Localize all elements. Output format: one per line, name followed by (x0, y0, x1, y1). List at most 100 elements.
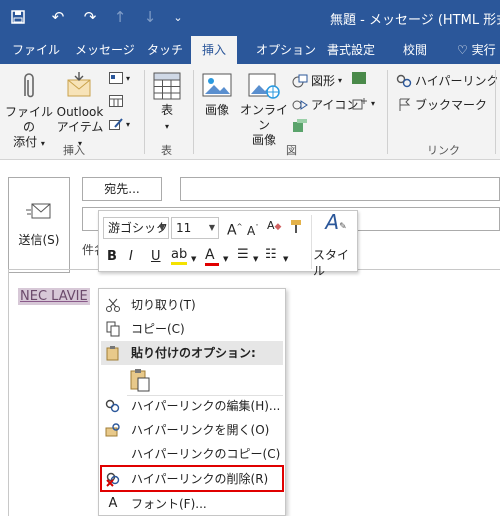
format-painter-icon[interactable] (289, 218, 305, 239)
paste-options-label: 貼り付けのオプション: (131, 346, 256, 360)
attach-file-button[interactable]: ファイルの 添付 ▾ (4, 70, 54, 151)
tab-execute[interactable]: ♡ 実行 (457, 36, 496, 64)
underline-button[interactable]: U (151, 249, 161, 265)
hyperlink-button[interactable]: ハイパーリンク (396, 72, 499, 89)
clear-format-icon[interactable]: A◆ (267, 218, 281, 235)
redo-icon[interactable]: ↷ (80, 6, 100, 28)
table-button[interactable]: 表 ▾ (150, 72, 184, 134)
menu-item-copy-hyperlink[interactable]: ハイパーリンクのコピー(C) (99, 442, 285, 466)
menu-item-open-hyperlink[interactable]: ハイパーリンクを開く(O) (99, 418, 285, 442)
bold-button[interactable]: B (107, 249, 117, 265)
customize-icon[interactable]: ⌄ (168, 6, 188, 28)
up-arrow-icon[interactable]: ↑ (110, 6, 130, 28)
scissors-icon (105, 297, 121, 313)
send-button[interactable]: 送信(S) (8, 177, 70, 273)
picture-label: 画像 (204, 103, 229, 117)
chevron-down-icon[interactable]: ▼ (283, 251, 288, 267)
icons-icon (292, 99, 308, 110)
selected-hyperlink-text[interactable]: NEC LAVIE (18, 288, 90, 305)
attach-file-label: ファイルの 添付 (4, 105, 53, 149)
menu-item-cut[interactable]: 切り取り(T) (99, 293, 285, 317)
menu-item-copy-label: コピー(C) (131, 322, 185, 336)
link-icon (396, 74, 412, 87)
font-name-combo[interactable]: 游ゴシック ▼ (103, 217, 169, 239)
group-separator (144, 70, 145, 154)
menu-item-edit-hyperlink-label: ハイパーリンクの編集(H)... (131, 399, 281, 413)
tab-touch[interactable]: タッチ (147, 36, 183, 64)
mini-toolbar-separator (311, 215, 312, 269)
grow-font-icon[interactable]: A^ (227, 219, 242, 239)
shapes-label: 図形 (311, 74, 336, 88)
paste-keep-formatting-icon[interactable] (127, 367, 153, 393)
tab-review[interactable]: 校閲 (403, 36, 427, 64)
highlight-color-button[interactable]: ab (171, 247, 187, 265)
outlook-item-label: Outlook アイテム (56, 105, 104, 134)
chevron-down-icon: ▼ (158, 223, 165, 232)
business-card-button[interactable]: ▾ (109, 72, 130, 84)
styles-label: スタイル (313, 248, 350, 278)
bookmark-label: ブックマーク (415, 98, 488, 112)
3d-model-button[interactable] (292, 119, 308, 133)
font-size-value: 11 (176, 221, 192, 235)
ribbon-tabs: ファイル メッセージ タッチ 挿入 オプション 書式設定 校閲 ♡ 実行 (0, 36, 500, 64)
tab-insert[interactable]: 挿入 (191, 36, 238, 64)
bookmark-button[interactable]: ブックマーク (396, 96, 487, 113)
edit-link-icon (105, 398, 121, 414)
signature-button[interactable]: ▾ (109, 118, 130, 130)
picture-icon (202, 73, 232, 97)
icons-button[interactable]: アイコン (292, 96, 358, 113)
online-picture-icon (248, 73, 280, 99)
tab-format[interactable]: 書式設定 (327, 36, 375, 64)
tab-file[interactable]: ファイル (12, 36, 60, 64)
shapes-button[interactable]: 図形 ▾ (292, 72, 342, 89)
calendar-button[interactable] (109, 95, 123, 107)
font-color-button[interactable]: A (205, 247, 219, 266)
envelope-item-icon (67, 72, 91, 97)
group-insert-label: 挿入 (63, 144, 85, 157)
chevron-down-icon[interactable]: ▼ (253, 251, 258, 267)
business-card-icon (109, 72, 123, 84)
menu-item-copy[interactable]: コピー(C) (99, 317, 285, 341)
shapes-icon (292, 74, 308, 87)
menu-item-font[interactable]: A フォント(F)... (99, 492, 285, 516)
italic-button[interactable]: I (129, 249, 133, 265)
to-field[interactable] (180, 177, 500, 201)
styles-button[interactable]: A✎ (319, 212, 353, 235)
screenshot-button[interactable]: ▾ (352, 96, 375, 110)
signature-icon (109, 118, 123, 130)
online-picture-button[interactable]: オンライン 画像 (238, 72, 290, 148)
font-size-combo[interactable]: 11 ▼ (171, 217, 219, 239)
online-picture-label: オンライン 画像 (239, 103, 288, 147)
chevron-down-icon[interactable]: ▼ (223, 251, 228, 267)
numbering-icon[interactable]: ☷ (265, 247, 277, 263)
screenshot-icon (352, 98, 367, 110)
group-illustrations-label: 図 (286, 144, 297, 157)
group-links-label: リンク (427, 144, 460, 157)
paste-icon (105, 345, 121, 361)
menu-item-edit-hyperlink[interactable]: ハイパーリンクの編集(H)... (99, 394, 285, 418)
hyperlink-label: ハイパーリンク (415, 74, 499, 88)
menu-item-copy-hyperlink-label: ハイパーリンクのコピー(C) (131, 447, 281, 461)
chevron-down-icon: ▼ (208, 223, 215, 232)
tab-message[interactable]: メッセージ (75, 36, 135, 64)
copy-icon (105, 321, 121, 337)
group-separator (387, 70, 388, 154)
outlook-item-button[interactable]: Outlook アイテム ▾ (55, 70, 105, 151)
picture-button[interactable]: 画像 (198, 72, 236, 118)
font-a-icon: A (108, 496, 118, 511)
lightbulb-icon: ♡ (457, 43, 468, 57)
bullets-icon[interactable]: ☰ (237, 247, 249, 263)
highlight-box (100, 465, 284, 492)
calendar-icon (109, 95, 123, 107)
undo-icon[interactable]: ↶ (48, 6, 68, 28)
save-icon[interactable] (8, 6, 28, 28)
chevron-down-icon[interactable]: ▼ (191, 251, 196, 267)
paste-options-header: 貼り付けのオプション: (101, 341, 283, 365)
tab-options[interactable]: オプション (256, 36, 316, 64)
smartart-icon (352, 72, 366, 84)
smartart-button[interactable] (352, 72, 366, 84)
to-button[interactable]: 宛先... (82, 177, 162, 201)
shrink-font-icon[interactable]: Aˇ (247, 220, 259, 239)
title-bar: ↶ ↷ ↑ ↓ ⌄ 無題 - メッセージ (HTML 形式) (0, 0, 500, 36)
down-arrow-icon[interactable]: ↓ (140, 6, 160, 28)
